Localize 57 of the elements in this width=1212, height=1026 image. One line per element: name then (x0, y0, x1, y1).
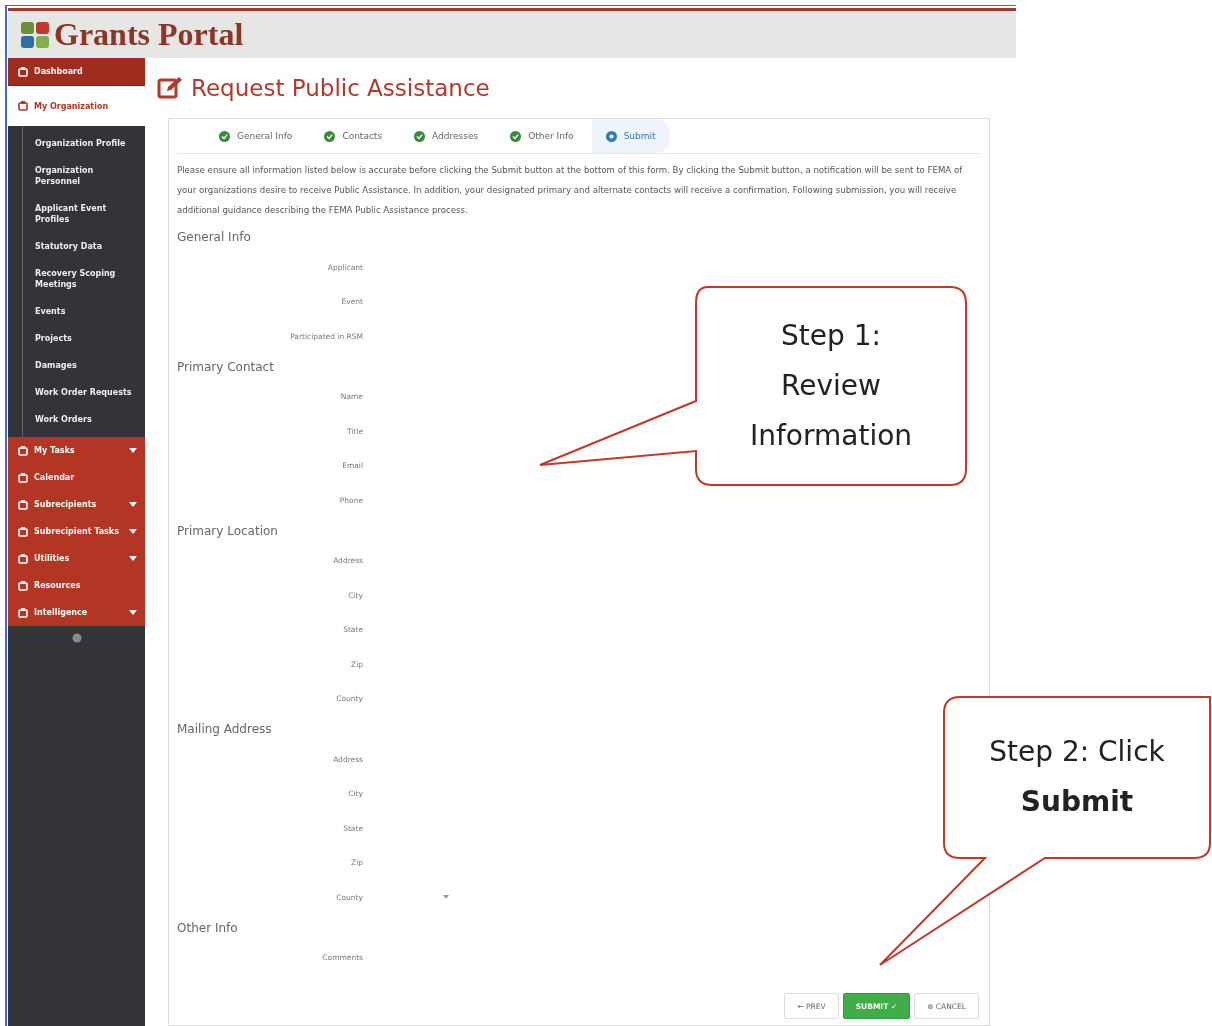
edit-icon (157, 76, 183, 100)
caret-icon[interactable] (443, 895, 449, 900)
sidebar-item[interactable]: My Tasks (8, 437, 145, 464)
sidebar-item[interactable]: Calendar (8, 464, 145, 491)
dot-circle-icon (605, 130, 617, 142)
menu-item-icon (18, 101, 28, 111)
section-heading: Primary Contact (177, 358, 274, 376)
sidebar-item[interactable]: Intelligence (8, 599, 145, 626)
menu-item-icon (18, 580, 28, 591)
check-circle-icon (324, 130, 336, 142)
submenu-item[interactable]: Recovery Scoping Meetings (23, 260, 145, 298)
callout-text: Step 2: Click Submit (988, 734, 1166, 820)
menu-item-icon (18, 526, 28, 537)
sidebar-item[interactable]: Dashboard (8, 58, 145, 86)
menu-item-icon (18, 445, 28, 456)
menu-item-icon (18, 607, 28, 618)
caret-icon (129, 556, 137, 561)
logo-icon (20, 20, 50, 49)
menu-item-icon (18, 66, 28, 77)
check-circle-icon (510, 130, 522, 142)
section-heading: Mailing Address (177, 721, 272, 738)
sidebar-item[interactable]: Utilities (8, 545, 145, 572)
callout-text: Step 1: Review Information (748, 318, 914, 454)
section-heading: Other Info (177, 919, 238, 937)
wizard-step-tab[interactable]: Addresses (400, 119, 493, 153)
submenu-item[interactable]: Work Orders (23, 406, 145, 433)
caret-icon (129, 529, 137, 534)
menu-item-icon (18, 553, 28, 564)
menu-item-icon (18, 472, 28, 483)
submenu-item[interactable]: Events (23, 298, 145, 325)
submenu-item[interactable]: Organization Profile (23, 130, 145, 157)
sidebar-item[interactable]: Subrecipients (8, 491, 145, 518)
instructions-text: Please ensure all information listed below is accurate before clicking the Submit button at the bottom of this form. By clicking the Submit button, a notification will be sent to FEMA of your organizations desire to receive Public Assistance. In addition, your designated primary and alternate contacts will receive a confirmation. Following submission, you will receive additional guidance describing the FEMA Public Assistance process. (177, 164, 964, 217)
submenu-item[interactable]: Statutory Data (23, 233, 145, 260)
page-title: Request Public Assistance (191, 75, 490, 101)
caret-icon (129, 448, 137, 453)
sidebar-item[interactable]: Subrecipient Tasks (8, 518, 145, 545)
submenu-item[interactable]: Work Order Requests (23, 379, 145, 406)
check-circle-icon (414, 130, 426, 142)
section-heading: General Info (177, 229, 251, 246)
check-circle-icon (219, 130, 230, 142)
section-heading: Primary Location (177, 522, 278, 540)
portal-title: Grants Portal (54, 16, 244, 53)
caret-icon (129, 610, 137, 615)
wizard-step-tab[interactable]: Contacts (310, 119, 397, 153)
circle-icon[interactable] (71, 633, 82, 643)
submenu-item[interactable]: Applicant Event Profiles (23, 195, 145, 233)
wizard-step-tab[interactable]: Submit (591, 119, 670, 153)
menu-item-icon (18, 499, 28, 510)
caret-icon (129, 502, 137, 507)
sidebar-item[interactable]: Resources (8, 572, 145, 599)
wizard-step-tab[interactable]: Other Info (496, 119, 588, 153)
sidebar-item[interactable]: My Organization (8, 86, 145, 126)
submenu-item[interactable]: Organization Personnel (23, 157, 145, 195)
submenu-item[interactable]: Projects (23, 325, 145, 352)
wizard-step-tab[interactable]: General Info (205, 119, 307, 153)
submenu-item[interactable]: Damages (23, 352, 145, 379)
